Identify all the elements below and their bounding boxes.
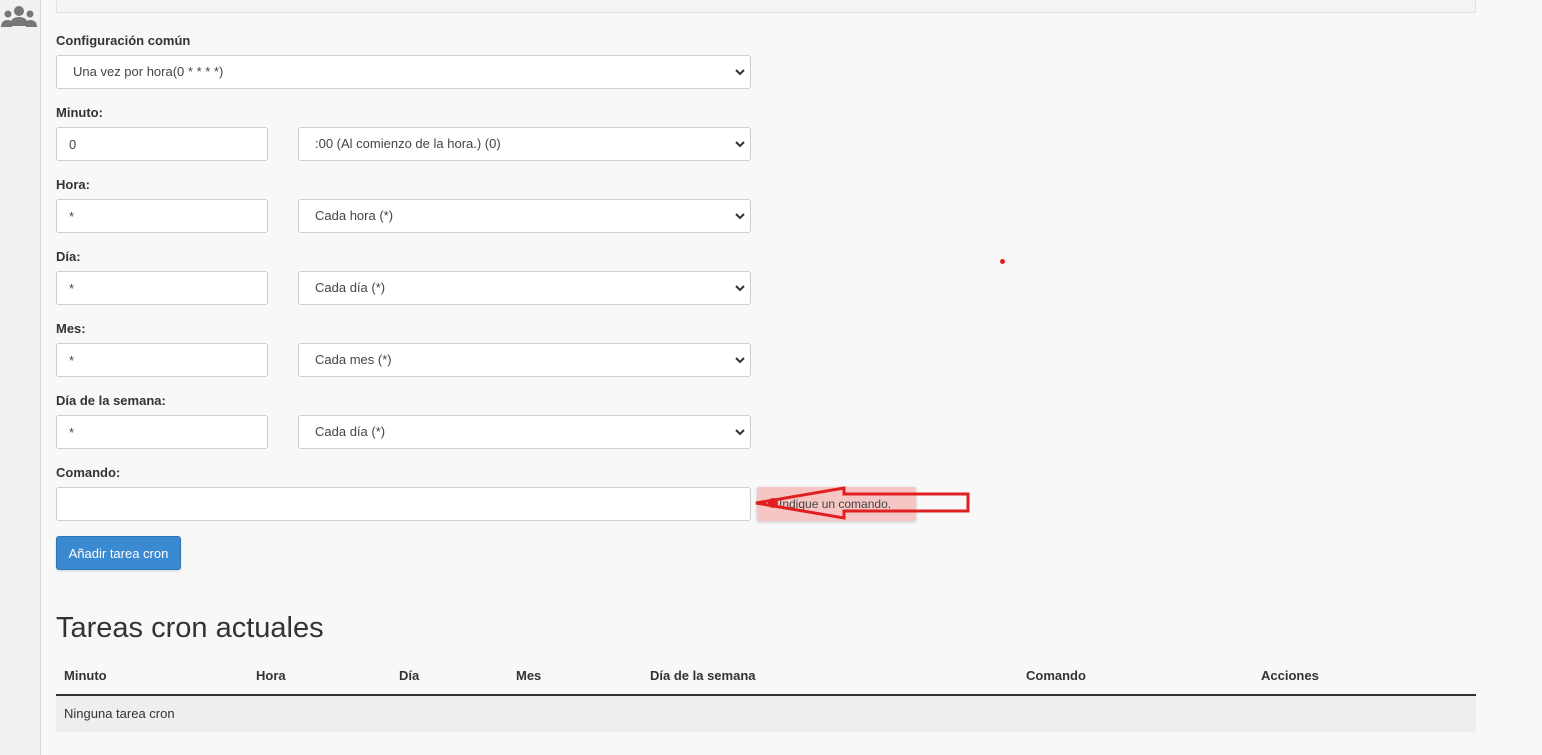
common-settings-select[interactable]: Una vez por hora(0 * * * *) [56,55,751,89]
day-select[interactable]: Cada día (*) [298,271,751,305]
chevron-down-icon [735,141,745,148]
top-panel [56,0,1476,13]
column-header-actions: Acciones [1261,668,1319,683]
chevron-down-icon [735,285,745,292]
hour-input[interactable] [56,199,268,233]
cron-table-header: Minuto Hora Día Mes Día de la semana Com… [56,660,1476,696]
chevron-down-icon [735,69,745,76]
table-row: Ninguna tarea cron [56,696,1476,732]
empty-table-message: Ninguna tarea cron [64,706,175,721]
chevron-down-icon [735,357,745,364]
weekday-select-value: Cada día (*) [315,424,386,439]
minute-select-value: :00 (Al comienzo de la hora.) (0) [315,136,501,151]
month-input[interactable] [56,343,268,377]
annotation-dot [1000,259,1005,264]
weekday-input[interactable] [56,415,268,449]
hour-select-value: Cada hora (*) [315,208,394,223]
add-cron-job-button[interactable]: Añadir tarea cron [56,536,181,570]
day-select-value: Cada día (*) [315,280,386,295]
column-header-command: Comando [1026,668,1086,683]
command-input[interactable] [56,487,751,521]
day-label: Día: [56,249,81,264]
month-label: Mes: [56,321,86,336]
column-header-minute: Minuto [64,668,107,683]
minute-label: Minuto: [56,105,103,120]
sidebar [0,0,41,755]
hour-label: Hora: [56,177,90,192]
column-header-month: Mes [516,668,542,683]
month-select-value: Cada mes (*) [315,352,392,367]
chevron-down-icon [735,213,745,220]
current-cron-jobs-heading: Tareas cron actuales [56,612,324,644]
minute-input[interactable] [56,127,268,161]
column-header-hour: Hora [256,668,286,683]
weekday-label: Día de la semana: [56,393,166,408]
column-header-weekday: Día de la semana [650,668,756,683]
minute-select[interactable]: :00 (Al comienzo de la hora.) (0) [298,127,751,161]
month-select[interactable]: Cada mes (*) [298,343,751,377]
users-icon[interactable] [0,2,38,32]
common-settings-label: Configuración común [56,33,191,48]
annotation-arrow-icon [755,486,970,520]
common-settings-value: Una vez por hora(0 * * * *) [73,64,224,79]
command-label: Comando: [56,465,121,480]
weekday-select[interactable]: Cada día (*) [298,415,751,449]
day-input[interactable] [56,271,268,305]
hour-select[interactable]: Cada hora (*) [298,199,751,233]
chevron-down-icon [735,429,745,436]
column-header-day: Día [399,668,420,683]
